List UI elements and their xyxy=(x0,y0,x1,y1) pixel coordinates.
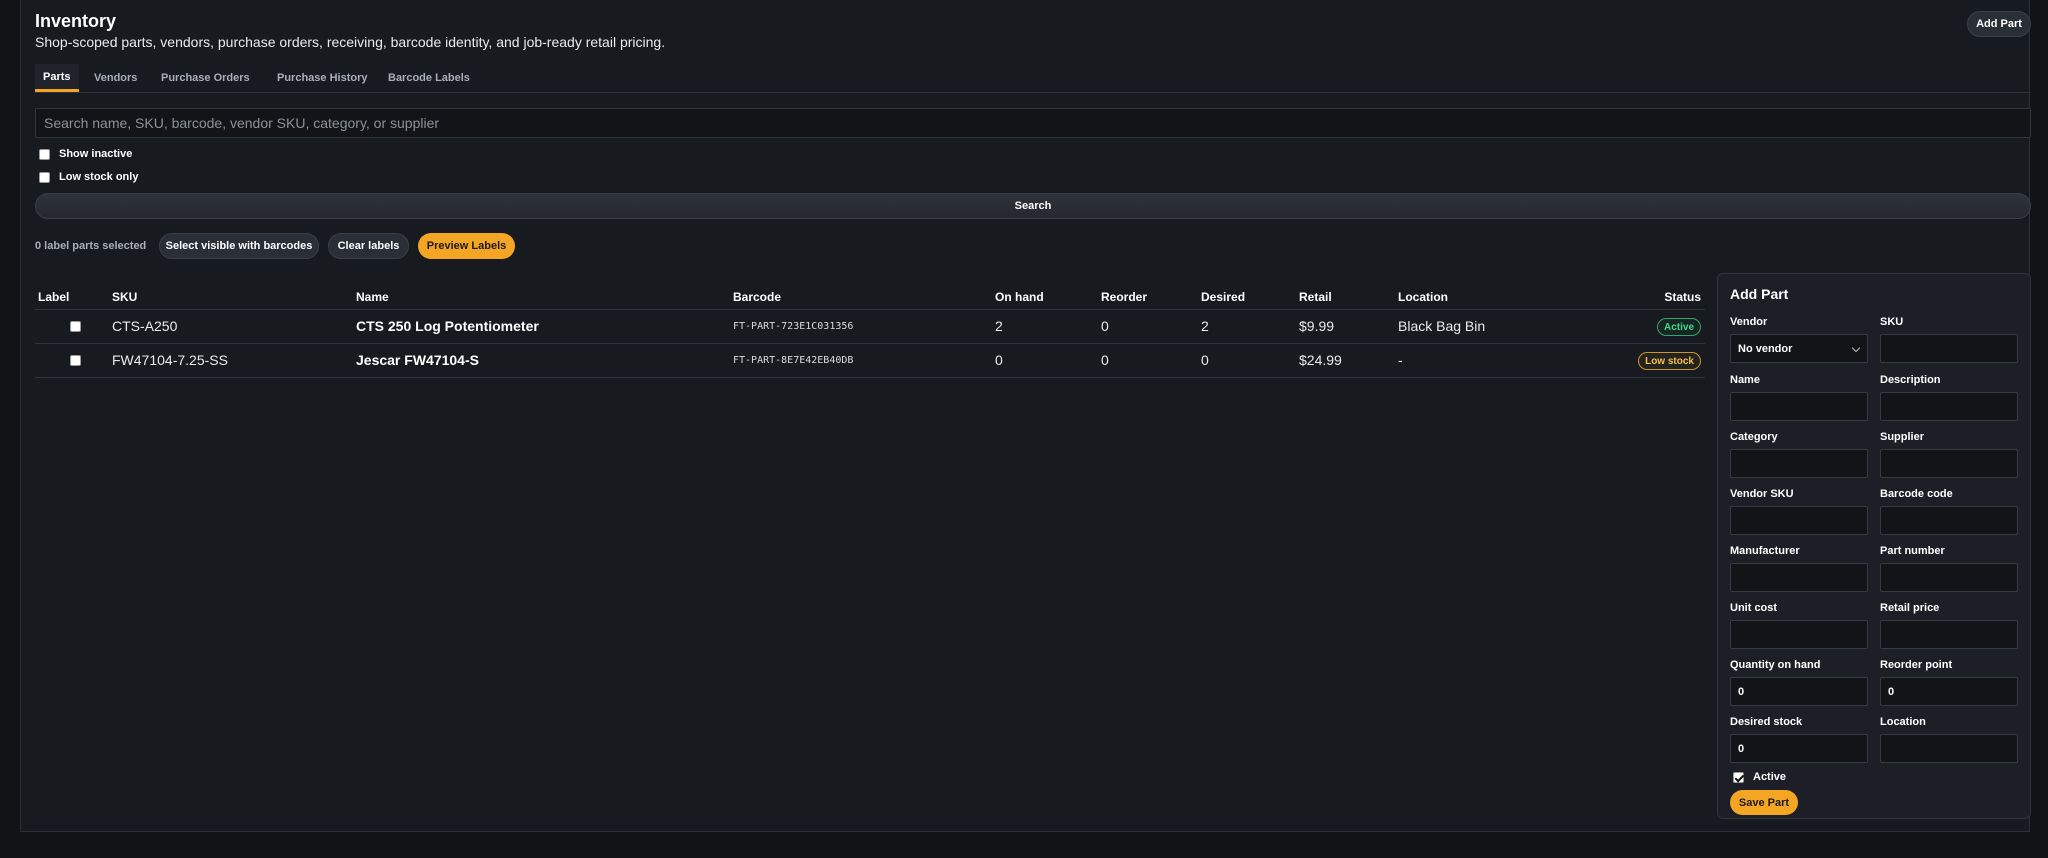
manufacturer-field[interactable] xyxy=(1730,563,1868,592)
low-stock-checkbox[interactable] xyxy=(39,171,50,183)
description-field[interactable] xyxy=(1880,392,2018,421)
location-field[interactable] xyxy=(1880,734,2018,763)
add-part-form: Add Part Vendor No vendor SKU Name Descr… xyxy=(1717,273,2031,819)
tab-parts[interactable]: Parts xyxy=(35,64,79,92)
col-name: Name xyxy=(356,290,389,304)
barcode-code-label: Barcode code xyxy=(1880,488,1953,500)
row-sku: FW47104-7.25-SS xyxy=(112,352,228,368)
label-checkbox[interactable] xyxy=(70,321,81,332)
form-title: Add Part xyxy=(1730,286,1789,302)
quantity-label: Quantity on hand xyxy=(1730,659,1821,671)
show-inactive-checkbox[interactable] xyxy=(39,148,50,160)
row-retail: $9.99 xyxy=(1299,318,1335,334)
name-field[interactable] xyxy=(1730,392,1868,421)
tab-purchase-history[interactable]: Purchase History xyxy=(269,64,375,92)
col-barcode: Barcode xyxy=(733,290,782,304)
row-on-hand: 2 xyxy=(995,318,1003,334)
tab-barcode-labels[interactable]: Barcode Labels xyxy=(380,64,478,92)
category-label: Category xyxy=(1730,431,1778,443)
low-stock-label: Low stock only xyxy=(59,171,139,183)
row-location: Black Bag Bin xyxy=(1398,318,1486,334)
table-row[interactable]: FW47104-7.25-SS Jescar FW47104-S FT-PART… xyxy=(35,344,1705,378)
select-visible-button[interactable]: Select visible with barcodes xyxy=(159,233,319,259)
row-name: CTS 250 Log Potentiometer xyxy=(356,318,539,334)
col-desired: Desired xyxy=(1201,290,1246,304)
part-number-label: Part number xyxy=(1880,545,1945,557)
col-label: Label xyxy=(38,290,70,304)
reorder-point-field[interactable]: 0 xyxy=(1880,677,2018,706)
sku-label: SKU xyxy=(1880,316,1904,328)
row-location: - xyxy=(1398,352,1403,368)
low-stock-filter[interactable]: Low stock only xyxy=(39,171,138,183)
name-label: Name xyxy=(1730,374,1760,386)
col-status: Status xyxy=(1664,290,1701,304)
row-reorder: 0 xyxy=(1101,318,1109,334)
tab-purchase-orders[interactable]: Purchase Orders xyxy=(153,64,258,92)
retail-price-label: Retail price xyxy=(1880,602,1940,614)
desired-stock-label: Desired stock xyxy=(1730,716,1803,728)
location-label: Location xyxy=(1880,716,1926,728)
search-input[interactable] xyxy=(35,108,2031,138)
active-toggle[interactable]: Active xyxy=(1733,771,1786,783)
row-on-hand: 0 xyxy=(995,352,1003,368)
active-label: Active xyxy=(1753,771,1787,783)
save-part-button[interactable]: Save Part xyxy=(1730,790,1798,815)
tab-vendors[interactable]: Vendors xyxy=(86,64,145,92)
vendor-select[interactable]: No vendor xyxy=(1730,334,1868,363)
description-label: Description xyxy=(1880,374,1941,386)
row-reorder: 0 xyxy=(1101,352,1109,368)
quantity-field[interactable]: 0 xyxy=(1730,677,1868,706)
tab-bar: Parts Vendors Purchase Orders Purchase H… xyxy=(35,64,2031,93)
retail-price-field[interactable] xyxy=(1880,620,2018,649)
col-retail: Retail xyxy=(1299,290,1332,304)
row-desired: 0 xyxy=(1201,352,1209,368)
vendor-sku-field[interactable] xyxy=(1730,506,1868,535)
supplier-field[interactable] xyxy=(1880,449,2018,478)
category-field[interactable] xyxy=(1730,449,1868,478)
active-checkbox[interactable] xyxy=(1733,771,1744,783)
row-barcode: FT-PART-8E7E42EB40DB xyxy=(733,355,854,366)
preview-labels-button[interactable]: Preview Labels xyxy=(418,233,515,259)
reorder-point-value: 0 xyxy=(1888,685,1895,698)
col-on-hand: On hand xyxy=(995,290,1044,304)
quantity-value: 0 xyxy=(1738,685,1745,698)
search-button[interactable]: Search xyxy=(35,193,2031,219)
status-badge: Low stock xyxy=(1638,352,1701,370)
label-checkbox[interactable] xyxy=(70,355,81,366)
col-location: Location xyxy=(1398,290,1448,304)
table-header: Label SKU Name Barcode On hand Reorder D… xyxy=(35,284,1705,310)
status-badge: Active xyxy=(1656,318,1701,336)
unit-cost-label: Unit cost xyxy=(1730,602,1778,614)
show-inactive-filter[interactable]: Show inactive xyxy=(39,148,132,160)
chevron-down-icon xyxy=(1851,343,1861,353)
page-title: Inventory xyxy=(35,11,117,31)
row-barcode: FT-PART-723E1C031356 xyxy=(733,321,854,332)
desired-stock-value: 0 xyxy=(1738,742,1745,755)
show-inactive-label: Show inactive xyxy=(59,148,133,160)
row-desired: 2 xyxy=(1201,318,1209,334)
row-retail: $24.99 xyxy=(1299,352,1342,368)
col-reorder: Reorder xyxy=(1101,290,1148,304)
col-sku: SKU xyxy=(112,290,138,304)
page-subtitle: Shop-scoped parts, vendors, purchase ord… xyxy=(35,34,666,50)
vendor-select-value: No vendor xyxy=(1738,342,1793,355)
row-name: Jescar FW47104-S xyxy=(356,352,479,368)
row-sku: CTS-A250 xyxy=(112,318,178,334)
desired-stock-field[interactable]: 0 xyxy=(1730,734,1868,763)
manufacturer-label: Manufacturer xyxy=(1730,545,1800,557)
barcode-code-field[interactable] xyxy=(1880,506,2018,535)
vendor-label: Vendor xyxy=(1730,316,1768,328)
selected-count-text: 0 label parts selected xyxy=(35,240,147,252)
vendor-sku-label: Vendor SKU xyxy=(1730,488,1794,500)
clear-labels-button[interactable]: Clear labels xyxy=(328,233,409,259)
sku-field[interactable] xyxy=(1880,334,2018,363)
table-row[interactable]: CTS-A250 CTS 250 Log Potentiometer FT-PA… xyxy=(35,310,1705,344)
reorder-point-label: Reorder point xyxy=(1880,659,1953,671)
supplier-label: Supplier xyxy=(1880,431,1925,443)
add-part-button[interactable]: Add Part xyxy=(1967,11,2031,37)
part-number-field[interactable] xyxy=(1880,563,2018,592)
unit-cost-field[interactable] xyxy=(1730,620,1868,649)
